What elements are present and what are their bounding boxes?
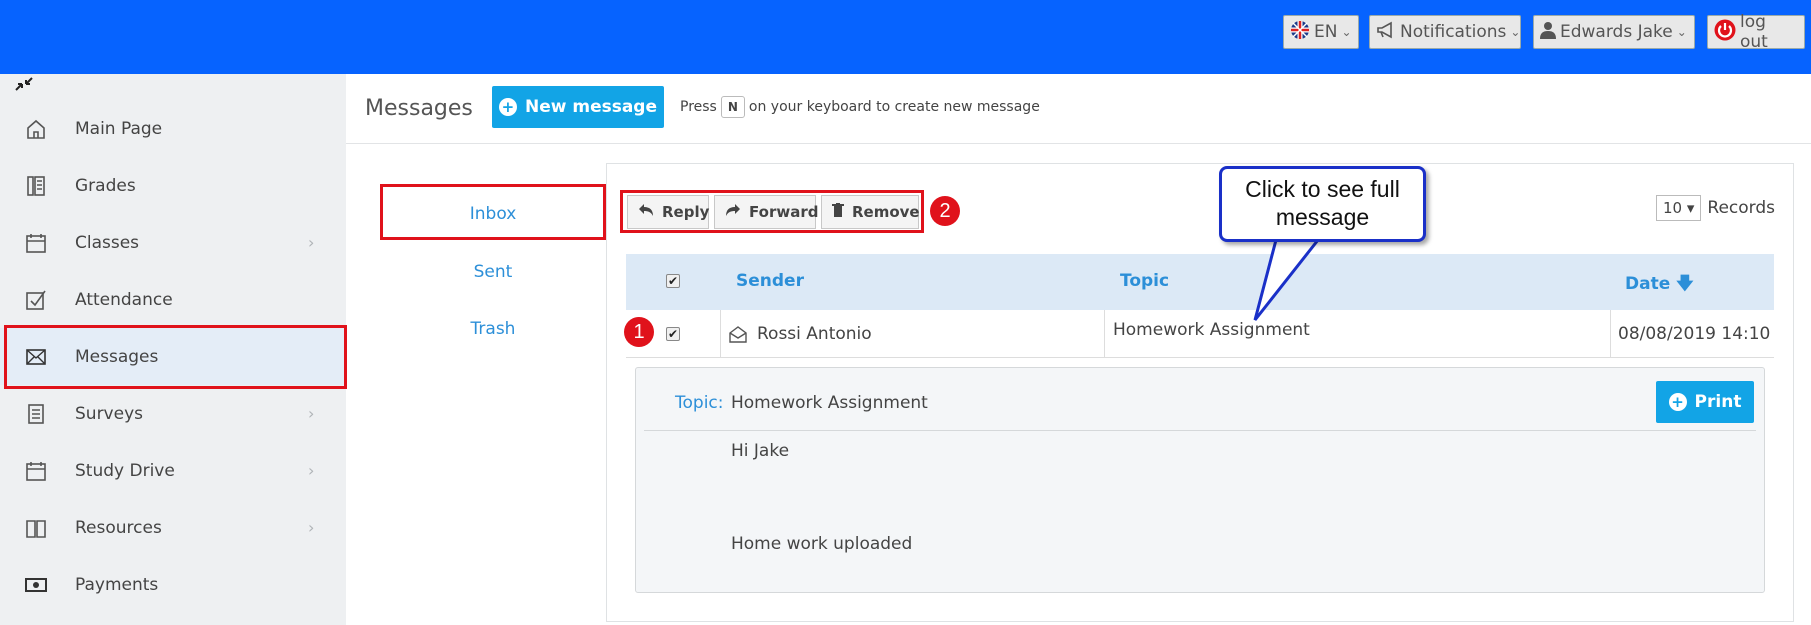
user-name: Edwards Jake bbox=[1560, 22, 1673, 42]
sidebar-item-study-drive[interactable]: Study Drive › bbox=[0, 442, 346, 499]
grades-icon bbox=[24, 174, 48, 198]
power-icon bbox=[1714, 19, 1736, 46]
callout-text: message bbox=[1275, 204, 1370, 230]
collapse-sidebar-icon[interactable] bbox=[14, 76, 34, 97]
money-icon bbox=[24, 573, 48, 597]
messages-header: Messages + New message Press N on your k… bbox=[346, 74, 1811, 144]
sidebar-item-label: Attendance bbox=[75, 289, 173, 310]
calendar-icon bbox=[24, 459, 48, 483]
folder-label: Trash bbox=[470, 319, 516, 339]
chevron-right-icon: › bbox=[308, 461, 315, 480]
megaphone-icon bbox=[1376, 21, 1396, 44]
divider bbox=[1610, 310, 1611, 358]
annotation-badge: 2 bbox=[930, 196, 960, 226]
user-menu-button[interactable]: Edwards Jake ⌄ bbox=[1533, 15, 1695, 49]
row-checkbox[interactable]: ✔ bbox=[666, 327, 680, 341]
sidebar-item-classes[interactable]: Classes › bbox=[0, 214, 346, 271]
highlight-box bbox=[4, 325, 347, 389]
top-navbar: EN ⌄ Notifications ⌄ Edwards Jake ⌄ log … bbox=[0, 0, 1811, 74]
chevron-down-icon: ⌄ bbox=[1676, 25, 1687, 39]
sidebar-item-main-page[interactable]: Main Page bbox=[0, 100, 346, 157]
folder-label: Sent bbox=[473, 262, 513, 282]
home-icon bbox=[24, 117, 48, 141]
annotation-badge: 1 bbox=[624, 317, 654, 347]
highlight-box bbox=[380, 184, 606, 240]
survey-icon bbox=[24, 402, 48, 426]
chevron-down-icon: ⌄ bbox=[1510, 25, 1521, 39]
print-label: Print bbox=[1694, 392, 1742, 412]
tooltip-callout: Click to see full message bbox=[1219, 166, 1426, 242]
highlight-box bbox=[620, 190, 924, 233]
user-icon bbox=[1540, 21, 1556, 44]
chevron-down-icon: ⌄ bbox=[1341, 25, 1352, 39]
detail-topic-value: Homework Assignment bbox=[731, 393, 928, 413]
notifications-label: Notifications bbox=[1400, 22, 1507, 42]
notifications-button[interactable]: Notifications ⌄ bbox=[1369, 15, 1521, 49]
new-message-label: New message bbox=[524, 97, 658, 117]
table-row[interactable]: ✔ Rossi Antonio Homework Assignment 08/0… bbox=[626, 310, 1774, 358]
divider bbox=[1104, 310, 1105, 358]
sidebar-item-payments[interactable]: Payments bbox=[0, 556, 346, 613]
folder-sent[interactable]: Sent bbox=[380, 262, 606, 282]
sidebar-item-label: Surveys bbox=[75, 403, 143, 424]
sidebar-item-label: Main Page bbox=[75, 118, 163, 139]
records-per-page: 10 ▾ Records bbox=[1656, 195, 1775, 221]
keyboard-hint: Press N on your keyboard to create new m… bbox=[680, 96, 1040, 118]
chevron-right-icon: › bbox=[308, 518, 315, 537]
print-button[interactable]: + Print bbox=[1656, 381, 1754, 423]
sidebar-item-attendance[interactable]: Attendance bbox=[0, 271, 346, 328]
sidebar-item-label: Classes bbox=[75, 232, 140, 253]
callout-pointer bbox=[1253, 232, 1320, 321]
uk-flag-icon bbox=[1290, 20, 1310, 45]
chevron-right-icon: › bbox=[308, 233, 315, 252]
keyboard-key: N bbox=[720, 96, 745, 118]
date-header-label: Date bbox=[1625, 274, 1671, 294]
callout-text: Click to see full bbox=[1245, 176, 1400, 202]
sidebar-item-label: Payments bbox=[75, 574, 159, 595]
table-header: ✔ Sender Topic Date 🡇 bbox=[626, 254, 1774, 310]
column-header-topic[interactable]: Topic bbox=[1120, 271, 1169, 291]
message-detail: Topic: Homework Assignment + Print Hi Ja… bbox=[635, 367, 1765, 593]
sort-down-icon: 🡇 bbox=[1676, 274, 1694, 294]
records-value: 10 bbox=[1663, 199, 1683, 217]
divider bbox=[720, 310, 721, 358]
chevron-right-icon: › bbox=[308, 404, 315, 423]
row-sender: Rossi Antonio bbox=[757, 324, 872, 344]
page-title: Messages bbox=[365, 96, 473, 121]
hint-text: Press bbox=[680, 99, 717, 115]
sidebar-item-surveys[interactable]: Surveys › bbox=[0, 385, 346, 442]
language-label: EN bbox=[1314, 22, 1338, 42]
detail-topic-label: Topic: bbox=[675, 393, 724, 413]
book-icon bbox=[24, 516, 48, 540]
checkbox-icon bbox=[24, 288, 48, 312]
select-all-checkbox[interactable]: ✔ bbox=[666, 274, 680, 288]
message-greeting: Hi Jake bbox=[731, 441, 790, 461]
logout-button[interactable]: log out bbox=[1707, 12, 1805, 52]
column-header-sender[interactable]: Sender bbox=[736, 271, 804, 291]
sidebar-item-resources[interactable]: Resources › bbox=[0, 499, 346, 556]
sidebar-item-label: Study Drive bbox=[75, 460, 175, 481]
calendar-icon bbox=[24, 231, 48, 255]
logout-label: log out bbox=[1740, 12, 1768, 52]
sidebar-item-grades[interactable]: Grades bbox=[0, 157, 346, 214]
column-header-date[interactable]: Date 🡇 bbox=[1625, 271, 1694, 300]
plus-circle-icon: + bbox=[1668, 393, 1687, 411]
plus-circle-icon: + bbox=[498, 98, 517, 116]
language-selector[interactable]: EN ⌄ bbox=[1283, 15, 1359, 49]
message-body: Home work uploaded bbox=[731, 534, 913, 554]
folder-trash[interactable]: Trash bbox=[380, 319, 606, 339]
hint-text: on your keyboard to create new message bbox=[748, 99, 1040, 115]
records-label: Records bbox=[1707, 198, 1775, 218]
divider bbox=[644, 430, 1756, 431]
unread-envelope-icon bbox=[728, 325, 748, 347]
records-select[interactable]: 10 ▾ bbox=[1656, 195, 1702, 221]
sidebar-item-label: Resources bbox=[75, 517, 162, 538]
row-date: 08/08/2019 14:10 bbox=[1618, 324, 1771, 344]
sidebar-item-label: Grades bbox=[75, 175, 136, 196]
new-message-button[interactable]: + New message bbox=[492, 86, 664, 128]
